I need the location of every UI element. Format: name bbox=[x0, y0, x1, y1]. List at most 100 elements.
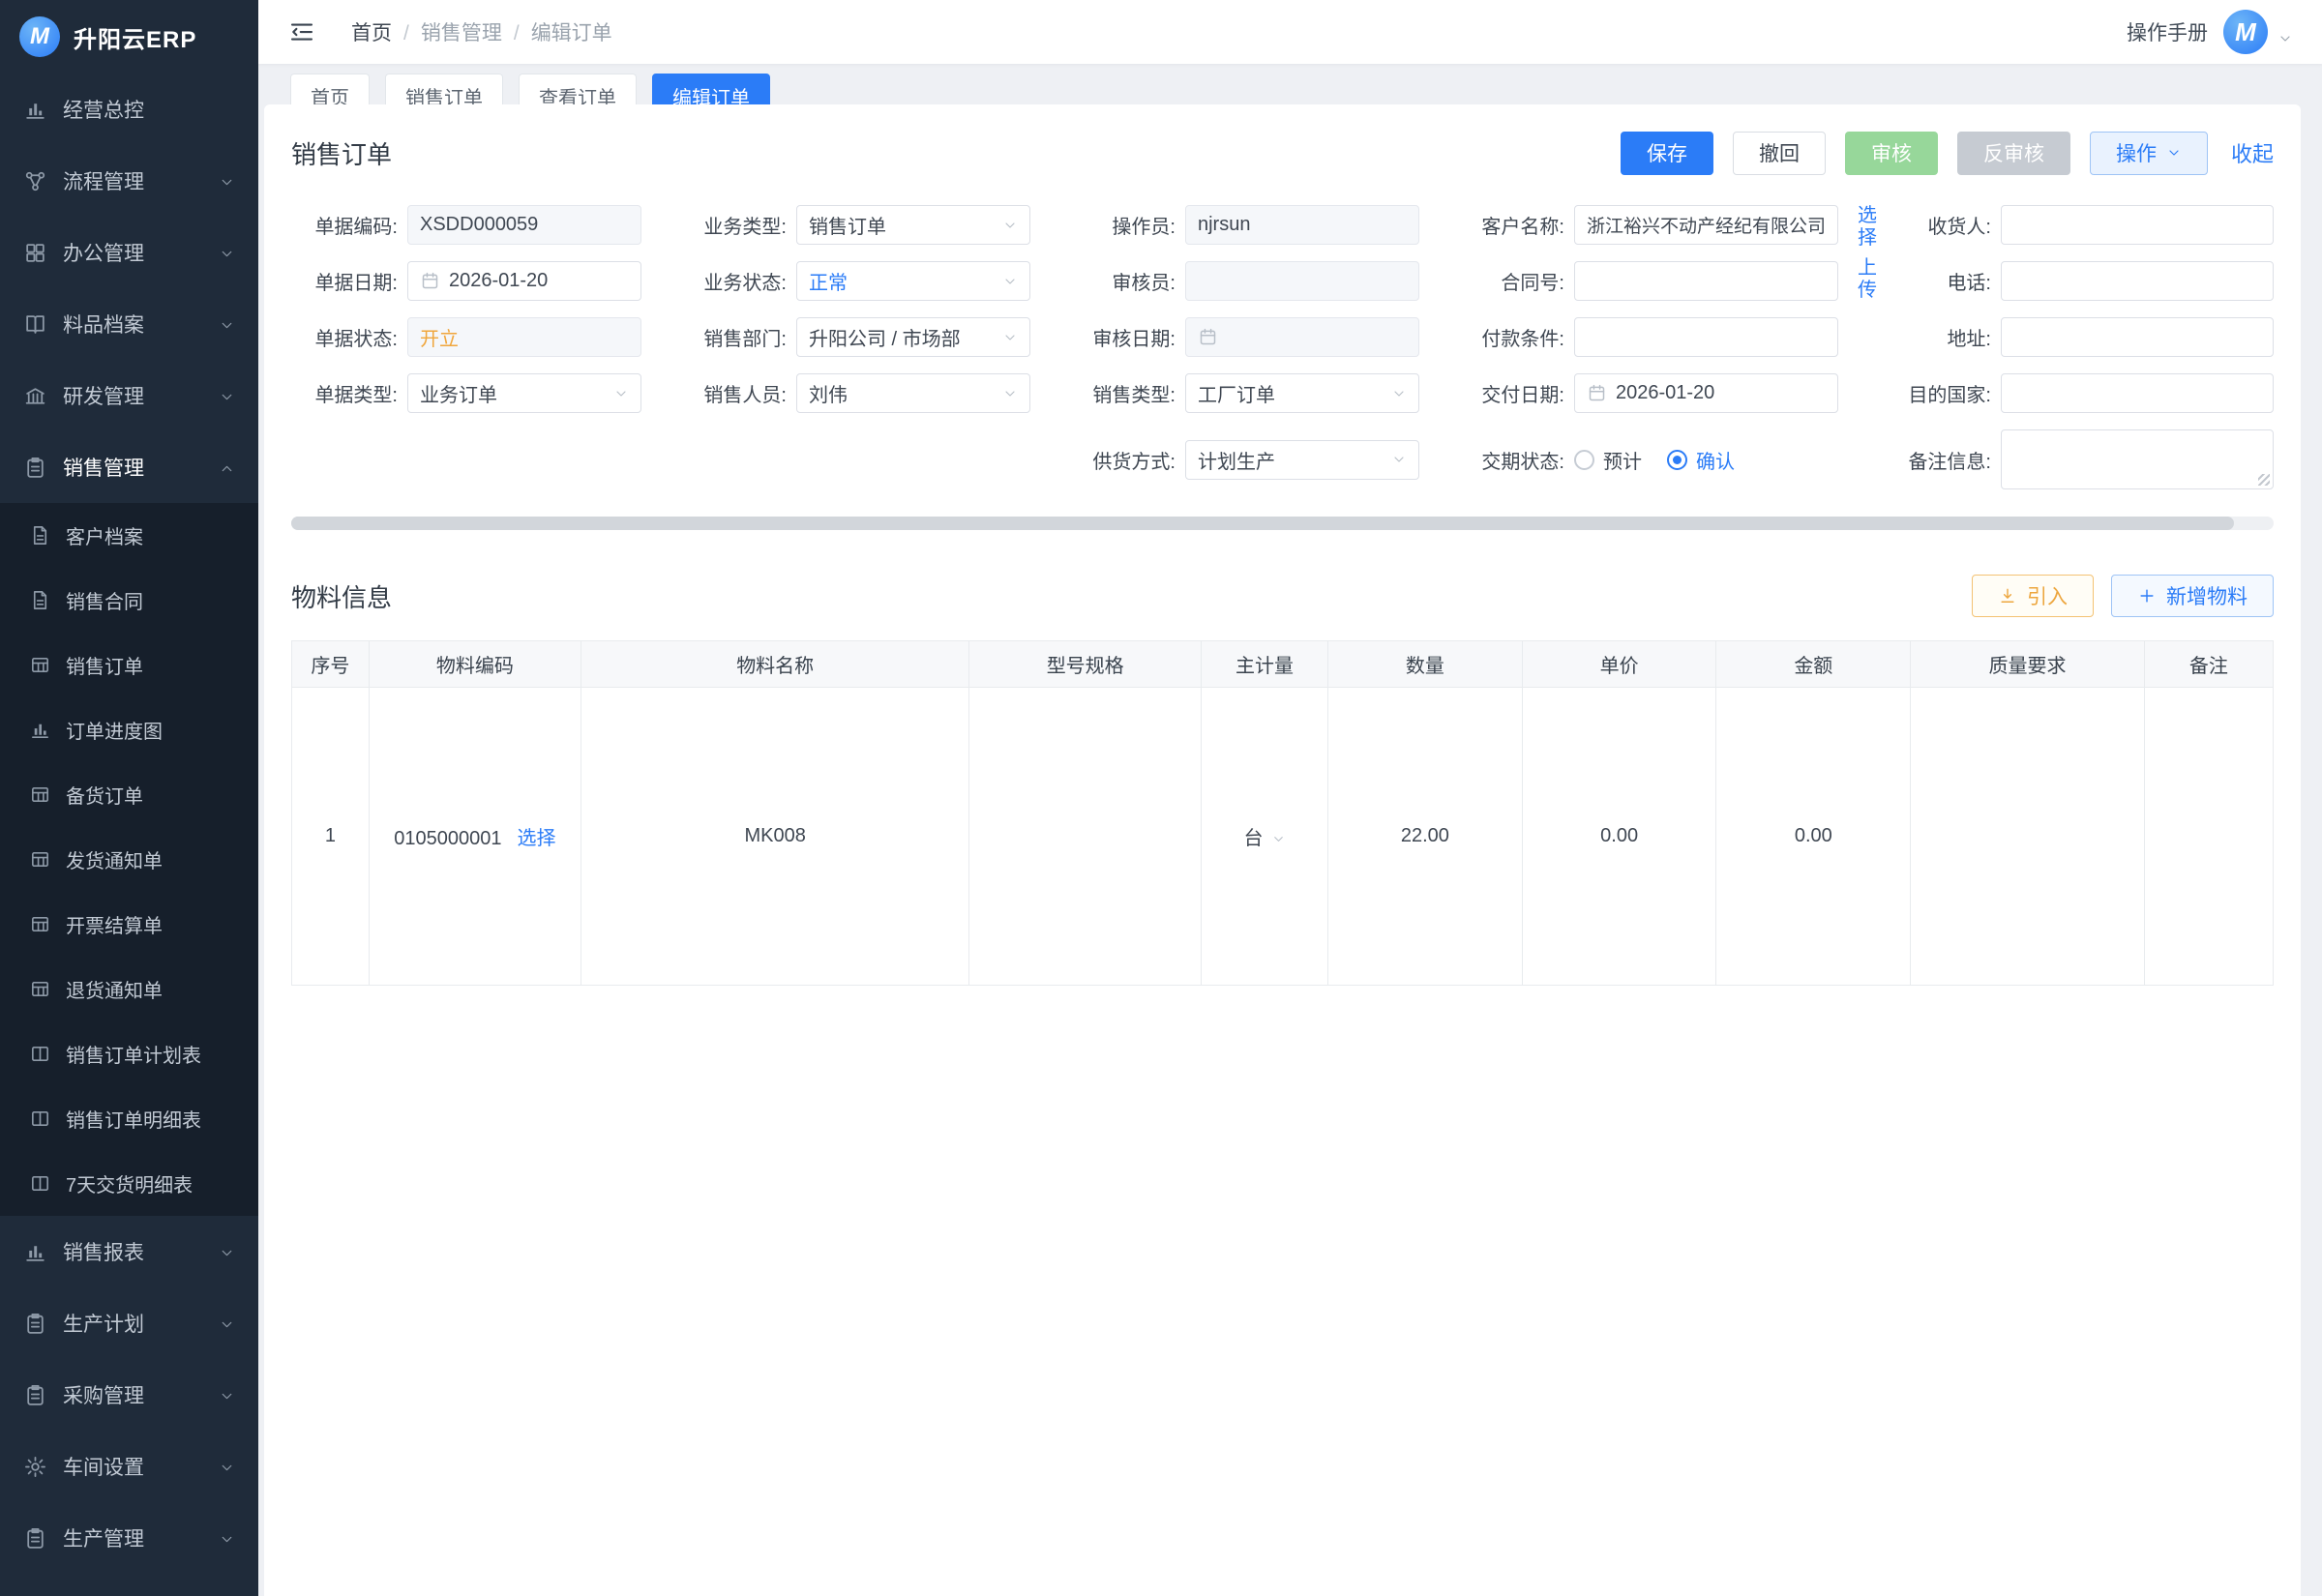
material-select-link[interactable]: 选择 bbox=[518, 828, 556, 849]
sidebar-item-sales-mgmt[interactable]: 销售管理 bbox=[0, 431, 258, 503]
sidebar-item-sales-report[interactable]: 销售报表 bbox=[0, 1216, 258, 1287]
field-biz-type: 业务类型: 销售订单 bbox=[680, 205, 1069, 245]
cell-unit[interactable]: 台 bbox=[1202, 688, 1328, 986]
field-supply-mode: 供货方式: 计划生产 bbox=[1069, 429, 1458, 489]
sales-type-select[interactable]: 工厂订单 bbox=[1185, 373, 1419, 413]
chevron-down-icon[interactable] bbox=[2277, 31, 2293, 46]
sidebar-item-clipped[interactable] bbox=[0, 1574, 258, 1596]
doc-type-value: 业务订单 bbox=[420, 379, 497, 407]
field-audit-date: 审核日期: bbox=[1069, 317, 1458, 357]
sidebar-item-sales-contract[interactable]: 销售合同 bbox=[0, 568, 258, 633]
sales-type-value: 工厂订单 bbox=[1198, 379, 1275, 407]
main-card: 销售订单 保存 撤回 审核 反审核 操作 收起 单据编码: XSDD000059… bbox=[264, 104, 2301, 1596]
sidebar-item-sales-order-detail[interactable]: 销售订单明细表 bbox=[0, 1086, 258, 1151]
sidebar-item-stock-order[interactable]: 备货订单 bbox=[0, 762, 258, 827]
add-material-label: 新增物料 bbox=[2166, 581, 2248, 610]
customer-value: 浙江裕兴不动产经纪有限公司 bbox=[1587, 212, 1826, 238]
sidebar-item-process-mgmt[interactable]: 流程管理 bbox=[0, 145, 258, 217]
gear-icon bbox=[23, 1455, 47, 1479]
sidebar-item-return-notice[interactable]: 退货通知单 bbox=[0, 957, 258, 1021]
cell-spec[interactable] bbox=[969, 688, 1202, 986]
customer-select-link[interactable]: 选择 bbox=[1856, 205, 1879, 250]
field-customer: 客户名称: 浙江裕兴不动产经纪有限公司 选择 上传 bbox=[1458, 205, 1885, 245]
sidebar-item-seven-day-delivery[interactable]: 7天交货明细表 bbox=[0, 1151, 258, 1216]
columns-icon bbox=[29, 1172, 51, 1195]
sidebar-item-office-mgmt[interactable]: 办公管理 bbox=[0, 217, 258, 288]
radio-expected[interactable]: 预计 bbox=[1574, 446, 1642, 474]
sidebar-item-business-overview[interactable]: 经营总控 bbox=[0, 74, 258, 145]
biz-status-select[interactable]: 正常 bbox=[796, 261, 1030, 301]
avatar[interactable]: M bbox=[2223, 10, 2268, 54]
clipboard-icon bbox=[23, 456, 47, 480]
doc-no-input[interactable]: XSDD000059 bbox=[407, 205, 641, 245]
cell-price[interactable]: 0.00 bbox=[1522, 688, 1716, 986]
sales-dept-select[interactable]: 升阳公司 / 市场部 bbox=[796, 317, 1030, 357]
doc-status-input[interactable]: 开立 bbox=[407, 317, 641, 357]
salesperson-select[interactable]: 刘伟 bbox=[796, 373, 1030, 413]
contract-no-input[interactable] bbox=[1574, 261, 1838, 301]
clipboard-icon bbox=[23, 1383, 47, 1407]
address-input[interactable] bbox=[2001, 317, 2274, 357]
sales-dept-value: 升阳公司 / 市场部 bbox=[809, 323, 961, 351]
add-material-button[interactable]: 新增物料 bbox=[2111, 575, 2274, 617]
sidebar-item-order-progress[interactable]: 订单进度图 bbox=[0, 697, 258, 762]
remark-textarea[interactable] bbox=[2001, 429, 2274, 489]
field-address: 地址: bbox=[1885, 317, 2274, 357]
operator-input[interactable]: njrsun bbox=[1185, 205, 1419, 245]
file-icon bbox=[29, 589, 51, 611]
col-spec: 型号规格 bbox=[969, 641, 1202, 688]
biz-type-select[interactable]: 销售订单 bbox=[796, 205, 1030, 245]
customer-links: 选择 上传 bbox=[1856, 205, 1879, 302]
reverse-audit-button[interactable]: 反审核 bbox=[1957, 132, 2070, 175]
sidebar-item-workshop-settings[interactable]: 车间设置 bbox=[0, 1431, 258, 1502]
audit-date-input[interactable] bbox=[1185, 317, 1419, 357]
breadcrumb-sales-mgmt[interactable]: 销售管理 bbox=[392, 17, 502, 46]
cell-seq: 1 bbox=[292, 688, 370, 986]
sidebar-item-label: 流程管理 bbox=[63, 166, 144, 195]
consignee-input[interactable] bbox=[2001, 205, 2274, 245]
payment-terms-input[interactable] bbox=[1574, 317, 1838, 357]
sidebar-item-delivery-notice[interactable]: 发货通知单 bbox=[0, 827, 258, 892]
cell-remark[interactable] bbox=[2144, 688, 2273, 986]
field-label: 供货方式: bbox=[1069, 446, 1185, 474]
sidebar-item-purchase-mgmt[interactable]: 采购管理 bbox=[0, 1359, 258, 1431]
dest-country-input[interactable] bbox=[2001, 373, 2274, 413]
cell-material-name[interactable]: MK008 bbox=[580, 688, 968, 986]
save-button[interactable]: 保存 bbox=[1621, 132, 1713, 175]
scrollbar-thumb[interactable] bbox=[291, 517, 2234, 530]
breadcrumb-home[interactable]: 首页 bbox=[351, 17, 392, 46]
customer-input[interactable]: 浙江裕兴不动产经纪有限公司 bbox=[1574, 205, 1838, 245]
sidebar-item-sales-order[interactable]: 销售订单 bbox=[0, 633, 258, 697]
doc-date-input[interactable]: 2026-01-20 bbox=[407, 261, 641, 301]
customer-upload-link[interactable]: 上传 bbox=[1856, 257, 1879, 302]
sidebar-item-production-mgmt[interactable]: 生产管理 bbox=[0, 1502, 258, 1574]
sidebar-item-sales-order-plan[interactable]: 销售订单计划表 bbox=[0, 1021, 258, 1086]
collapse-link[interactable]: 收起 bbox=[2231, 137, 2274, 168]
audit-button[interactable]: 审核 bbox=[1845, 132, 1938, 175]
sidebar-item-material-archive[interactable]: 料品档案 bbox=[0, 288, 258, 360]
sidebar-item-production-plan[interactable]: 生产计划 bbox=[0, 1287, 258, 1359]
manual-link[interactable]: 操作手册 bbox=[2127, 17, 2208, 46]
sidebar-item-customer-archive[interactable]: 客户档案 bbox=[0, 503, 258, 568]
cell-quality[interactable] bbox=[1911, 688, 2145, 986]
withdraw-button[interactable]: 撤回 bbox=[1733, 132, 1826, 175]
phone-input[interactable] bbox=[2001, 261, 2274, 301]
app-logo[interactable]: M 升阳云ERP bbox=[0, 0, 258, 74]
delivery-date-input[interactable]: 2026-01-20 bbox=[1574, 373, 1838, 413]
cell-qty[interactable]: 22.00 bbox=[1328, 688, 1523, 986]
sidebar-item-invoice-settle[interactable]: 开票结算单 bbox=[0, 892, 258, 957]
table-icon bbox=[29, 913, 51, 935]
clipboard-icon bbox=[23, 1312, 47, 1336]
col-quality: 质量要求 bbox=[1911, 641, 2145, 688]
field-label: 单据日期: bbox=[291, 267, 407, 295]
sidebar-item-rd-mgmt[interactable]: 研发管理 bbox=[0, 360, 258, 431]
doc-type-select[interactable]: 业务订单 bbox=[407, 373, 641, 413]
import-button[interactable]: 引入 bbox=[1972, 575, 2094, 617]
menu-fold-icon[interactable] bbox=[287, 17, 316, 46]
radio-confirmed[interactable]: 确认 bbox=[1667, 446, 1735, 474]
supply-mode-select[interactable]: 计划生产 bbox=[1185, 440, 1419, 480]
actions-dropdown-button[interactable]: 操作 bbox=[2090, 132, 2208, 175]
auditor-input[interactable] bbox=[1185, 261, 1419, 301]
col-qty: 数量 bbox=[1328, 641, 1523, 688]
page-title: 销售订单 bbox=[291, 135, 392, 171]
